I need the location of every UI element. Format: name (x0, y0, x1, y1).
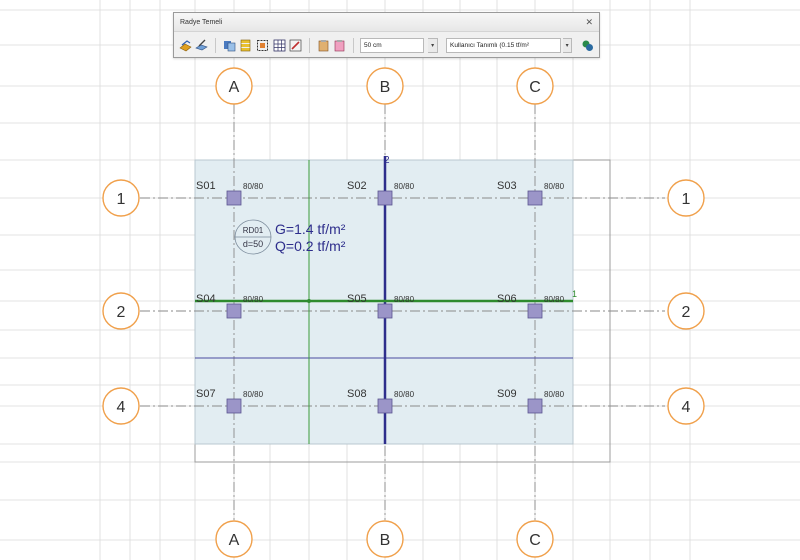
beam-node (307, 299, 311, 303)
raft-icon[interactable] (178, 38, 193, 53)
column-size-label: 80/80 (544, 182, 565, 191)
column-S03[interactable] (527, 190, 543, 206)
column-S09[interactable] (527, 398, 543, 414)
axis-2-right-label: 2 (682, 304, 691, 321)
column-id-label: S02 (347, 180, 367, 192)
toolbar-separator (215, 37, 217, 53)
column-S06[interactable] (527, 303, 543, 319)
column-id-label: S01 (196, 180, 216, 192)
select-icon[interactable] (255, 38, 270, 53)
paste-special-icon[interactable] (332, 38, 347, 53)
load-type-select[interactable]: Kullanıcı Tanımlı (0.15 tf/m² (446, 37, 561, 53)
raft-thickness: d=50 (243, 239, 263, 249)
column-size-label: 80/80 (243, 390, 264, 399)
settings-icon[interactable] (580, 38, 595, 53)
toolbar-title: Radye Temeli (180, 18, 223, 26)
column-size-label: 80/80 (394, 295, 415, 304)
axis-2-left-label: 2 (117, 304, 126, 321)
toolbar-buttons: 50 cm ▾ Kullanıcı Tanımlı (0.15 tf/m² ▾ (174, 32, 599, 58)
column-size-label: 80/80 (394, 182, 415, 191)
beam-vertical-label: 2 (384, 155, 390, 166)
axis-c-bottom-label: C (529, 532, 541, 549)
column-id-label: S05 (347, 293, 367, 305)
raft-name: RD01 (243, 226, 264, 235)
column-id-label: S04 (196, 293, 216, 305)
axis-b-bottom-label: B (380, 532, 391, 549)
drawing-canvas[interactable]: 2 1 S01 80/80 S02 80/80 S03 80/80 S04 80/80 S05 8… (0, 0, 800, 560)
column-S01[interactable] (226, 190, 242, 206)
axis-c-top-label: C (529, 79, 541, 96)
column-S07[interactable] (226, 398, 242, 414)
toolbar-separator (353, 37, 354, 53)
axis-a-top-label: A (229, 79, 240, 96)
stack-icon[interactable] (239, 38, 254, 53)
chevron-down-icon[interactable]: ▾ (562, 37, 573, 53)
thickness-input[interactable]: 50 cm (359, 37, 425, 53)
raft-load-q: Q=0.2 tf/m² (275, 238, 346, 254)
column-S04[interactable] (226, 303, 242, 319)
raft-edit-icon[interactable] (195, 38, 210, 53)
paste-icon[interactable] (316, 38, 331, 53)
column-size-label: 80/80 (544, 390, 565, 399)
raft-load-g: G=1.4 tf/m² (275, 221, 346, 237)
paint-icon[interactable] (288, 38, 303, 53)
column-size-label: 80/80 (243, 295, 264, 304)
copy-icon[interactable] (222, 38, 237, 53)
axis-a-bottom-label: A (229, 532, 240, 549)
chevron-down-icon[interactable]: ▾ (428, 37, 438, 53)
toolbar-titlebar[interactable]: Radye Temeli ✕ (174, 13, 599, 32)
column-id-label: S06 (497, 293, 517, 305)
column-S05[interactable] (377, 303, 393, 319)
column-id-label: S09 (497, 388, 517, 400)
toolbar-separator (308, 37, 310, 53)
axis-4-right-label: 4 (682, 399, 691, 416)
raft-toolbar[interactable]: Radye Temeli ✕ 50 cm ▾ Kullanıcı Tanımlı… (173, 12, 600, 58)
column-S08[interactable] (377, 398, 393, 414)
column-id-label: S07 (196, 388, 216, 400)
column-S02[interactable] (377, 190, 393, 206)
column-id-label: S03 (497, 180, 517, 192)
grid-icon[interactable] (272, 38, 287, 53)
axis-4-left-label: 4 (117, 399, 126, 416)
axis-1-left-label: 1 (117, 191, 126, 208)
axis-1-right-label: 1 (682, 191, 691, 208)
column-id-label: S08 (347, 388, 367, 400)
beam-horizontal-label: 1 (572, 289, 577, 299)
close-icon[interactable]: ✕ (585, 17, 593, 28)
column-size-label: 80/80 (243, 182, 264, 191)
axis-b-top-label: B (380, 79, 391, 96)
column-size-label: 80/80 (394, 390, 415, 399)
column-size-label: 80/80 (544, 295, 565, 304)
